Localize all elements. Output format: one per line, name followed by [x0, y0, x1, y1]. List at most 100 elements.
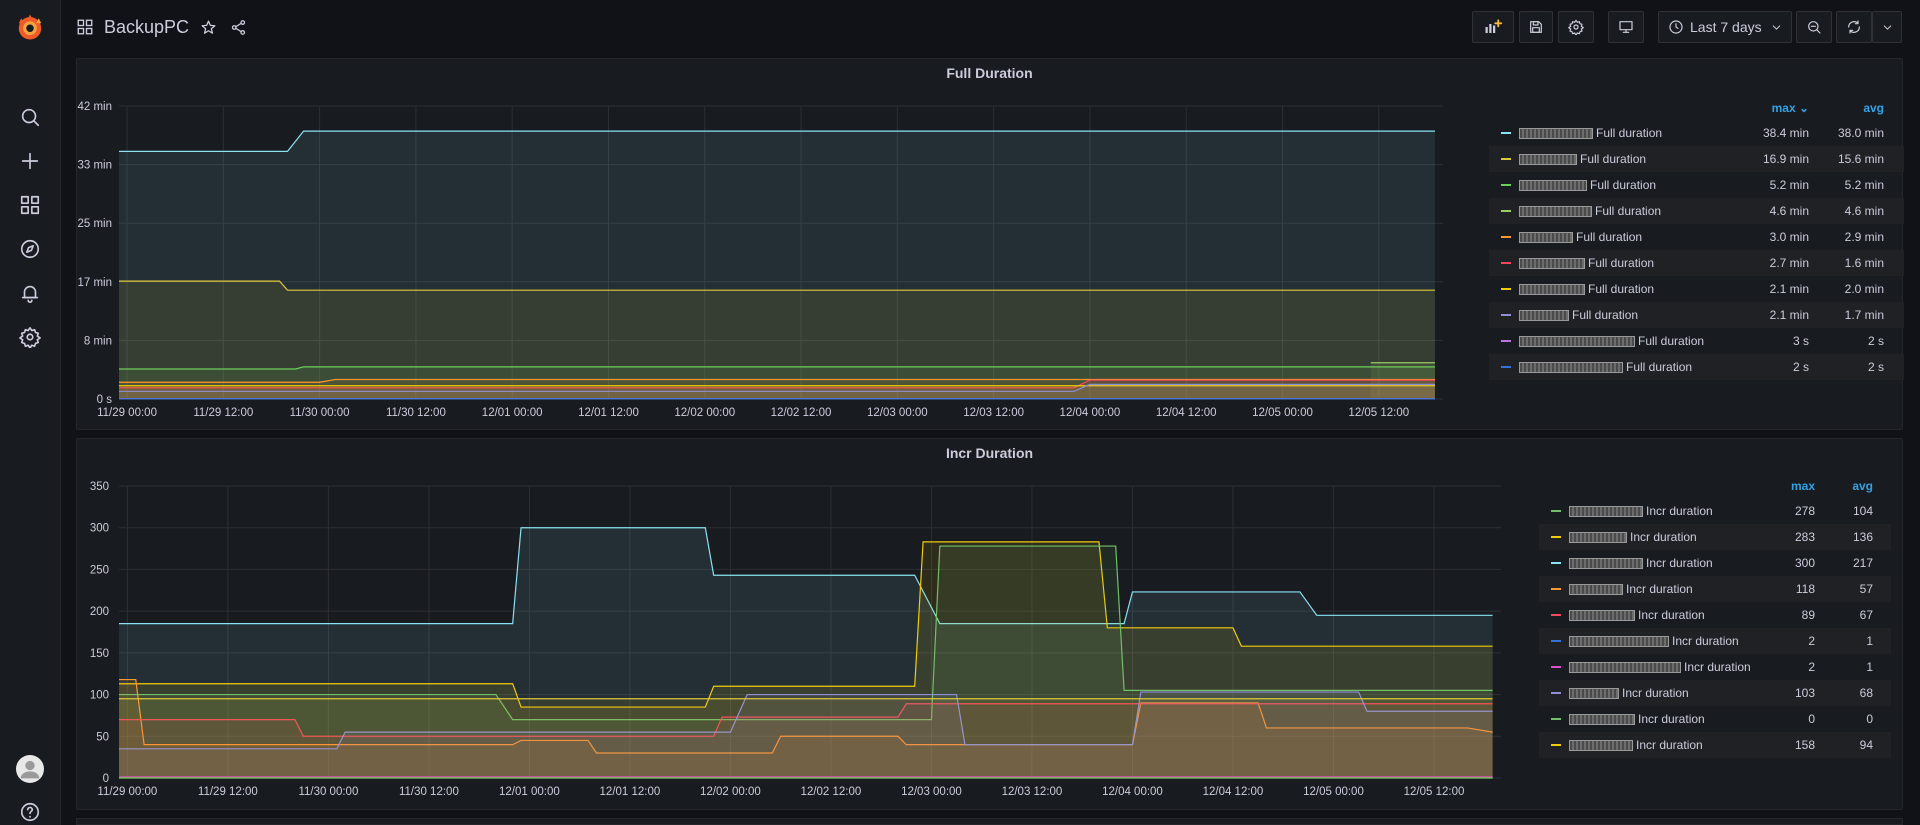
legend-color-swatch[interactable] [1551, 692, 1561, 694]
legend-row[interactable]: Full duration 16.9 min 15.6 min [1489, 146, 1904, 172]
legend-color-swatch[interactable] [1501, 262, 1511, 264]
legend-series-name[interactable]: Incr duration [1569, 504, 1713, 518]
redacted-hostname [1519, 231, 1573, 243]
legend-series-name[interactable]: Full duration [1519, 256, 1654, 270]
settings-gear-icon[interactable] [14, 321, 46, 353]
legend-series-name[interactable]: Full duration [1519, 360, 1692, 374]
legend-color-swatch[interactable] [1501, 340, 1511, 342]
legend-row[interactable]: Incr duration 300 217 [1539, 550, 1891, 576]
grafana-logo-icon[interactable] [14, 11, 46, 43]
legend-row[interactable]: Full duration 2.1 min 1.7 min [1489, 302, 1904, 328]
user-avatar-icon[interactable] [14, 753, 46, 785]
time-picker-button[interactable]: Last 7 days [1658, 11, 1792, 43]
x-tick-label: 11/30 12:00 [399, 786, 459, 798]
legend-series-name[interactable]: Incr duration [1569, 530, 1697, 544]
legend-row[interactable]: Full duration 2.7 min 1.6 min [1489, 250, 1904, 276]
legend-color-swatch[interactable] [1501, 158, 1511, 160]
legend-max-header[interactable]: max [1775, 479, 1815, 495]
legend-color-swatch[interactable] [1501, 184, 1511, 186]
help-icon[interactable] [14, 796, 46, 825]
x-tick-label: 12/01 00:00 [482, 407, 543, 419]
legend-series-name[interactable]: Incr duration [1569, 582, 1693, 596]
dashboards-icon[interactable] [14, 189, 46, 221]
legend-row[interactable]: Incr duration 2 1 [1539, 654, 1891, 680]
star-icon[interactable] [198, 17, 218, 37]
legend-color-swatch[interactable] [1551, 510, 1561, 512]
legend-color-swatch[interactable] [1551, 640, 1561, 642]
legend-row[interactable]: Full duration 38.4 min 38.0 min [1489, 120, 1904, 146]
legend-color-swatch[interactable] [1501, 132, 1511, 134]
legend-color-swatch[interactable] [1551, 614, 1561, 616]
legend-series-name[interactable]: Incr duration [1569, 556, 1713, 570]
plus-icon[interactable] [14, 145, 46, 177]
panel-incr-duration[interactable]: Incr Duration 0 50 100 150 200 250 300 350 11/29… [76, 438, 1903, 810]
legend-row[interactable]: Full duration 5.2 min 5.2 min [1489, 172, 1904, 198]
share-icon[interactable] [228, 17, 248, 37]
explore-compass-icon[interactable] [14, 233, 46, 265]
chart-incr-duration[interactable]: 0 50 100 150 200 250 300 350 11/29 00:00 11/29 12… [77, 439, 1527, 811]
redacted-hostname [1519, 361, 1623, 373]
refresh-button[interactable] [1836, 11, 1872, 43]
legend-color-swatch[interactable] [1501, 236, 1511, 238]
y-tick-label: 350 [90, 481, 109, 493]
legend-max-header[interactable]: max ⌄ [1769, 101, 1809, 117]
legend-row[interactable]: Incr duration 278 104 [1539, 498, 1891, 524]
legend-series-name[interactable]: Incr duration [1569, 738, 1703, 752]
legend-row[interactable]: Full duration 3.0 min 2.9 min [1489, 224, 1904, 250]
legend-row[interactable]: Incr duration 158 94 [1539, 732, 1891, 758]
legend-avg-header[interactable]: avg [1844, 101, 1884, 117]
legend-series-name[interactable]: Full duration [1519, 178, 1656, 192]
legend-row[interactable]: Incr duration 103 68 [1539, 680, 1891, 706]
add-panel-button[interactable] [1472, 11, 1514, 43]
legend-color-swatch[interactable] [1551, 744, 1561, 746]
y-tick-label: 50 [96, 731, 109, 743]
legend-row[interactable]: Full duration 3 s 2 s [1489, 328, 1904, 354]
legend-series-name[interactable]: Full duration [1519, 126, 1662, 140]
chart-full-duration[interactable]: 0 s 8 min 17 min 25 min 33 min 42 min 11/29 00… [77, 59, 1477, 431]
refresh-interval-dropdown[interactable] [1872, 11, 1902, 43]
legend-row[interactable]: Incr duration 89 67 [1539, 602, 1891, 628]
legend-series-name[interactable]: Full duration [1519, 308, 1638, 322]
legend-row[interactable]: Incr duration 118 57 [1539, 576, 1891, 602]
view-mode-button[interactable] [1608, 11, 1644, 43]
legend-series-name[interactable]: Incr duration [1569, 712, 1705, 726]
legend-series-name[interactable]: Incr duration [1569, 686, 1689, 700]
legend-color-swatch[interactable] [1551, 666, 1561, 668]
legend-avg-value: 94 [1859, 738, 1873, 752]
legend-color-swatch[interactable] [1501, 314, 1511, 316]
alerting-bell-icon[interactable] [14, 277, 46, 309]
legend-color-swatch[interactable] [1501, 288, 1511, 290]
legend-series-name[interactable]: Full duration [1519, 230, 1642, 244]
save-dashboard-button[interactable] [1519, 11, 1553, 43]
redacted-hostname [1519, 127, 1593, 139]
legend-color-swatch[interactable] [1551, 562, 1561, 564]
panel-full-duration[interactable]: Full Duration 0 s8 min 17 min 25 min 33 min… [76, 58, 1904, 431]
legend-series-name[interactable]: Incr duration [1569, 634, 1739, 648]
legend-color-swatch[interactable] [1551, 536, 1561, 538]
redacted-hostname [1569, 739, 1633, 751]
legend-color-swatch[interactable] [1551, 718, 1561, 720]
legend-series-name[interactable]: Incr duration [1569, 608, 1705, 622]
legend-color-swatch[interactable] [1551, 588, 1561, 590]
legend-color-swatch[interactable] [1501, 366, 1511, 368]
legend-series-name[interactable]: Incr duration [1569, 660, 1751, 674]
next-panel-edge [76, 818, 1903, 825]
dashboard-settings-button[interactable] [1558, 11, 1594, 43]
legend-row[interactable]: Full duration 4.6 min 4.6 min [1489, 198, 1904, 224]
legend-series-name[interactable]: Full duration [1519, 282, 1654, 296]
legend-series-name[interactable]: Full duration [1519, 204, 1661, 218]
legend-series-name[interactable]: Full duration [1519, 334, 1704, 348]
legend-series-name[interactable]: Full duration [1519, 152, 1646, 166]
legend-row[interactable]: Full duration 2 s 2 s [1489, 354, 1904, 380]
legend-row[interactable]: Incr duration 283 136 [1539, 524, 1891, 550]
legend-avg-value: 217 [1852, 556, 1873, 570]
legend-row[interactable]: Incr duration 2 1 [1539, 628, 1891, 654]
zoom-out-button[interactable] [1796, 11, 1832, 43]
search-icon[interactable] [14, 101, 46, 133]
legend-row[interactable]: Full duration 2.1 min 2.0 min [1489, 276, 1904, 302]
legend-color-swatch[interactable] [1501, 210, 1511, 212]
legend-row[interactable]: Incr duration 0 0 [1539, 706, 1891, 732]
dashboard-title[interactable]: BackupPC [76, 14, 189, 40]
dashboard-title-text[interactable]: BackupPC [104, 17, 189, 38]
legend-avg-header[interactable]: avg [1833, 479, 1873, 495]
